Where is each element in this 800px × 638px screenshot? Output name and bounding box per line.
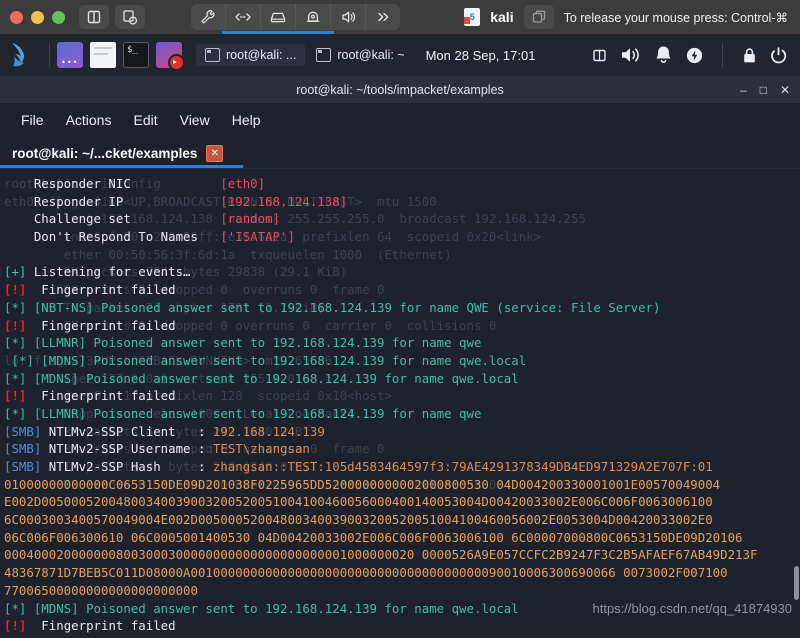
menu-help[interactable]: Help — [221, 108, 272, 132]
host-left-buttons — [79, 5, 145, 29]
terminal-line: E002D00500052004800340039003200520051004… — [4, 494, 713, 510]
terminal-line: [*] [NBT-NS] Poisoned answer sent to 192… — [4, 299, 661, 315]
appmenu-icon[interactable] — [57, 42, 83, 68]
unity-icon[interactable] — [523, 5, 554, 29]
terminal-line: [*] [MDNS] Poisoned answer sent to 192.1… — [4, 370, 519, 386]
terminal-line: [*] [LLMNR] Poisoned answer sent to 192.… — [4, 335, 482, 351]
terminal-titlebar[interactable]: root@kali: ~/tools/impacket/examples – □… — [0, 76, 800, 103]
battery-bolt-icon[interactable] — [685, 46, 704, 65]
terminal-line: [SMB] NTLMv2-SSP Client : 192.168.124.13… — [4, 423, 325, 439]
terminal-line: [*] [MDNS] Poisoned answer sent to 192.1… — [4, 352, 527, 368]
wrench-icon[interactable] — [191, 4, 226, 30]
terminal-title: root@kali: ~/tools/impacket/examples — [296, 82, 504, 97]
snapshot-icon[interactable] — [115, 5, 145, 29]
terminal-line: [!] Fingerprint failed — [4, 282, 176, 298]
tray-separator — [722, 43, 723, 67]
harddisk-icon[interactable] — [261, 4, 296, 30]
camera-icon[interactable] — [296, 4, 331, 30]
terminal-line: Responder NIC [eth0] — [4, 176, 266, 191]
task-button-1[interactable]: root@kali: ... — [196, 44, 306, 66]
kali-dragon-logo[interactable] — [8, 38, 42, 72]
terminal-window: root@kali: ~/tools/impacket/examples – □… — [0, 76, 800, 638]
network-icon[interactable] — [226, 4, 261, 30]
task-label: root@kali: ... — [226, 48, 297, 62]
browser-icon[interactable] — [156, 42, 185, 71]
terminal-line: 77006500000000000000000000 — [4, 582, 198, 598]
terminal-line: [*] [LLMNR] Poisoned answer sent to 192.… — [4, 405, 482, 421]
close-icon[interactable]: ✕ — [206, 145, 224, 162]
terminal-line: 06C006F006300610 06C0005001400530 04D004… — [4, 529, 743, 545]
power-icon[interactable] — [769, 46, 788, 65]
menu-file[interactable]: File — [10, 108, 55, 132]
terminal-line: 6C0003003400570049004E002D00500052004800… — [4, 512, 713, 528]
maximize-button[interactable]: □ — [760, 84, 767, 96]
menu-view[interactable]: View — [169, 108, 221, 132]
window-icon — [316, 48, 332, 62]
host-bar-right: 5 kali To release your mouse press: Cont… — [464, 5, 790, 29]
panel-tray — [592, 43, 792, 67]
task-button-2[interactable]: root@kali: ~ — [307, 44, 413, 66]
traffic-lights — [10, 10, 65, 24]
folder-icon[interactable] — [90, 42, 116, 68]
window-icon — [205, 48, 220, 62]
terminal-line: 48367871D7BEB5C011D08000A001000000000000… — [4, 565, 728, 581]
host-toolbar — [191, 4, 400, 30]
xfce-panel: root@kali: ... root@kali: ~ Mon 28 Sep, … — [0, 34, 800, 76]
task-label: root@kali: ~ — [337, 48, 405, 62]
scrollbar-thumb[interactable] — [794, 566, 799, 600]
host-title-bar: 5 kali To release your mouse press: Cont… — [0, 0, 800, 34]
workspace-icon[interactable] — [592, 48, 607, 63]
close-window-button[interactable] — [10, 10, 23, 24]
terminal-menubar: File Actions Edit View Help — [0, 103, 800, 137]
terminal-line: 01000000000000C0653150DE09D201038F022596… — [4, 476, 721, 492]
panel-separator — [49, 43, 50, 67]
lock-icon[interactable] — [741, 46, 758, 65]
terminal-line: Challenge set [random] — [4, 211, 281, 227]
terminal-text: Responder NIC [eth0] Responder IP [192.1… — [0, 169, 800, 638]
speaker-icon[interactable] — [331, 4, 366, 30]
terminal-line: Don't Respond To Names ['ISATAP'] — [4, 229, 295, 245]
terminal-line: Responder IP [192.168.124.138] — [4, 193, 348, 209]
mouse-release-hint: To release your mouse press: Control-⌘ — [563, 10, 788, 25]
terminal-output-area[interactable]: root@kali:~# ifconfig eth0: flags=4163<UP… — [0, 169, 800, 638]
bell-icon[interactable] — [653, 44, 674, 66]
watermark: https://blog.csdn.net/qq_41874930 — [592, 601, 793, 617]
menu-actions[interactable]: Actions — [55, 108, 123, 132]
chevrons-right-icon[interactable] — [366, 4, 400, 30]
terminal-line: [!] Fingerprint failed — [4, 618, 176, 634]
terminal-line: [SMB] NTLMv2-SSP Hash : zhangsan::TEST:1… — [4, 459, 713, 474]
vm-document-icon: 5 — [464, 8, 481, 26]
close-button[interactable]: ✕ — [780, 84, 790, 96]
columns-icon[interactable] — [79, 5, 109, 29]
terminal-tabbar: root@kali: ~/...cket/examples ✕ — [0, 137, 800, 169]
terminal-tab-label: root@kali: ~/...cket/examples — [12, 146, 198, 161]
panel-clock[interactable]: Mon 28 Sep, 17:01 — [426, 48, 536, 63]
zoom-window-button[interactable] — [52, 10, 65, 24]
record-badge-icon — [168, 54, 185, 71]
terminal-line: [SMB] NTLMv2-SSP Username : TEST\zhangsa… — [4, 441, 310, 457]
vmware-fusion-window: 5 kali To release your mouse press: Cont… — [0, 0, 800, 638]
vm-name: kali — [490, 9, 514, 25]
tab-active-underline — [0, 165, 243, 168]
terminal-line: [!] Fingerprint failed — [4, 388, 176, 404]
terminal-line: 0004000200000008003000300000000000000000… — [4, 547, 758, 563]
panel-launchers — [57, 42, 185, 71]
minimize-window-button[interactable] — [31, 10, 44, 24]
volume-icon[interactable] — [618, 44, 642, 66]
terminal-line: [!] Fingerprint failed — [4, 317, 176, 333]
terminal-icon[interactable] — [123, 42, 149, 68]
window-controls: – □ ✕ — [740, 76, 790, 103]
window-task-list: root@kali: ... root@kali: ~ — [196, 44, 414, 66]
menu-edit[interactable]: Edit — [122, 108, 168, 132]
terminal-line: [+] Listening for events… — [4, 264, 191, 280]
minimize-button[interactable]: – — [740, 84, 747, 96]
